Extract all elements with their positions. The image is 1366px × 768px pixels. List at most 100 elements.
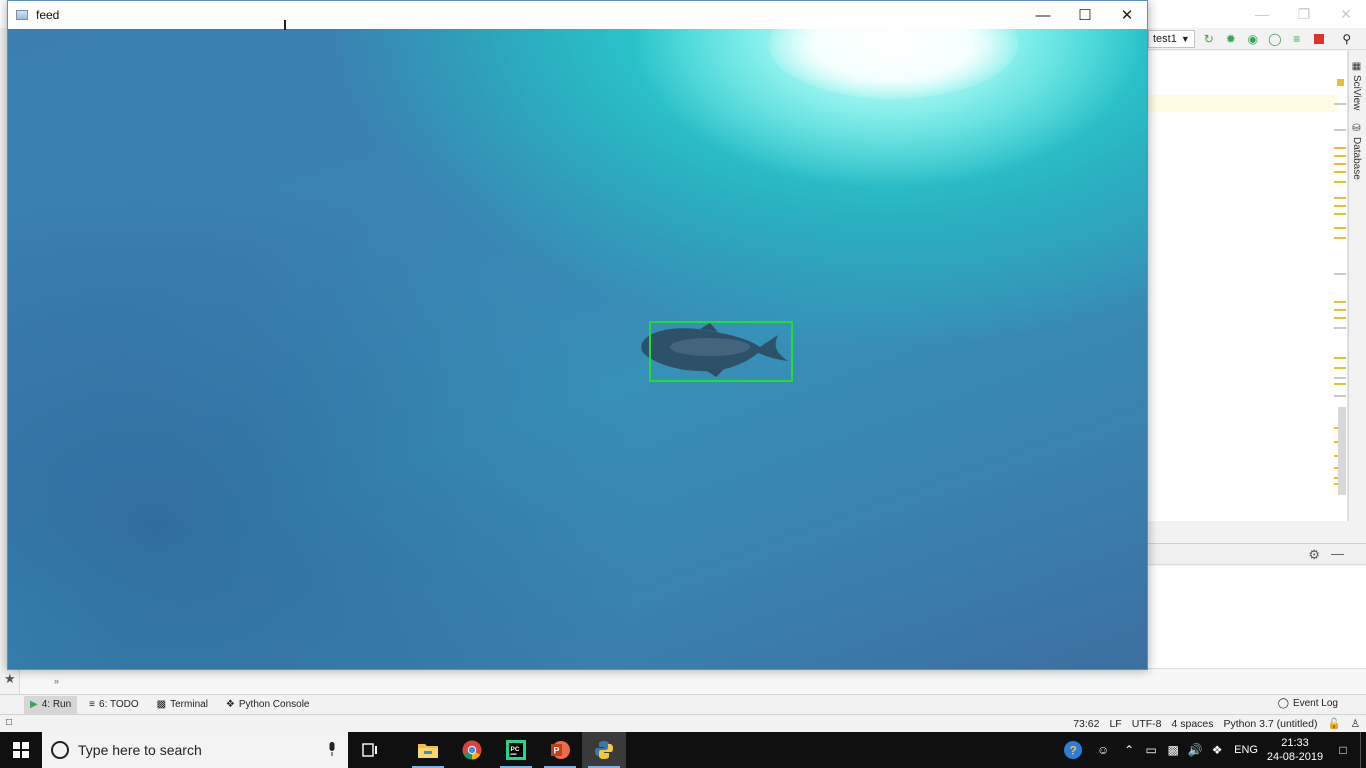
warning-marker[interactable] <box>1334 205 1346 207</box>
pycharm-button[interactable]: PC <box>494 732 538 768</box>
powerpoint-icon: P <box>551 741 570 759</box>
powerpoint-button[interactable]: P <box>538 732 582 768</box>
warning-marker[interactable] <box>1334 301 1346 303</box>
coverage-icon[interactable]: ◉ <box>1245 31 1261 47</box>
show-desktop-button[interactable] <box>1360 732 1366 768</box>
warning-marker[interactable] <box>1334 317 1346 319</box>
ide-toolbar: test1 ▼ ↻ ✹ ◉ ◯ ≡ ⚲ <box>1148 28 1366 50</box>
stop-icon[interactable] <box>1311 31 1327 47</box>
gutter-marker <box>1334 327 1346 329</box>
toolwindow-terminal-label: Terminal <box>170 699 208 710</box>
warning-marker[interactable] <box>1334 383 1346 385</box>
inspector-icon[interactable]: ♙ <box>1351 718 1360 730</box>
folder-icon <box>418 744 438 758</box>
left-tool-strip: ★ <box>0 668 20 694</box>
gutter-marker <box>1334 103 1346 105</box>
build-icon[interactable]: ≡ <box>1289 31 1305 47</box>
toolwindow-python-console[interactable]: ❖ Python Console <box>220 696 316 714</box>
clock[interactable]: 21:33 24-08-2019 <box>1264 736 1326 764</box>
debug-icon[interactable]: ✹ <box>1223 31 1239 47</box>
ide-statusbar: □ 73:62 LF UTF-8 4 spaces Python 3.7 (un… <box>0 714 1366 732</box>
expand-chevron-icon[interactable]: » <box>54 676 59 686</box>
search-icon[interactable]: ⚲ <box>1339 31 1355 47</box>
maximize-button[interactable]: ☐ <box>1064 1 1106 29</box>
feed-window-title: feed <box>36 8 60 22</box>
python-interpreter[interactable]: Python 3.7 (untitled) <box>1224 718 1318 730</box>
caret-position[interactable]: 73:62 <box>1073 718 1099 730</box>
dropbox-icon[interactable]: ❖ <box>1206 732 1228 768</box>
warning-marker[interactable] <box>1334 237 1346 239</box>
code-editor[interactable] <box>1148 51 1348 521</box>
warning-marker[interactable] <box>1334 163 1346 165</box>
indent-setting[interactable]: 4 spaces <box>1171 718 1213 730</box>
warning-marker[interactable] <box>1334 357 1346 359</box>
gear-icon[interactable]: ⚙ <box>1308 547 1320 563</box>
people-icon[interactable]: ☺ <box>1088 732 1118 768</box>
warning-marker[interactable] <box>1334 367 1346 369</box>
chrome-button[interactable] <box>450 732 494 768</box>
task-view-button[interactable] <box>348 732 392 768</box>
run-config-label: test1 <box>1153 32 1177 45</box>
rerun-icon[interactable]: ↻ <box>1201 31 1217 47</box>
warning-marker[interactable] <box>1334 227 1346 229</box>
terminal-icon: ▩ <box>156 699 167 710</box>
network-icon[interactable]: ▩ <box>1162 732 1184 768</box>
python-icon <box>595 741 613 759</box>
clock-time: 21:33 <box>1281 737 1309 749</box>
run-output[interactable] <box>1148 566 1366 668</box>
close-button[interactable]: ✕ <box>1106 1 1148 29</box>
ide-restore-button[interactable]: ❐ <box>1284 0 1324 28</box>
ide-close-button[interactable]: ✕ <box>1326 0 1366 28</box>
pycharm-icon: PC <box>506 740 526 760</box>
python-window-button[interactable] <box>582 732 626 768</box>
toolwindow-terminal[interactable]: ▩ Terminal <box>151 696 214 714</box>
toolwindow-todo[interactable]: ≡ 6: TODO <box>83 696 145 714</box>
start-button[interactable] <box>0 732 42 768</box>
list-icon: ≡ <box>89 699 96 710</box>
tab-sciview[interactable]: ▦ SciView <box>1351 61 1362 110</box>
warning-marker[interactable] <box>1334 147 1346 149</box>
toggle-toolbars-icon[interactable]: □ <box>6 717 12 728</box>
help-icon[interactable]: ? <box>1058 732 1088 768</box>
battery-icon[interactable]: ▭ <box>1140 732 1162 768</box>
warning-marker[interactable] <box>1334 213 1346 215</box>
chrome-icon <box>462 740 482 760</box>
sciview-icon: ▦ <box>1351 61 1362 72</box>
windows-logo-icon <box>13 742 29 758</box>
taskbar-search-box[interactable]: Type here to search <box>42 732 348 768</box>
favorites-star-icon[interactable]: ★ <box>4 671 16 687</box>
file-explorer-button[interactable] <box>406 732 450 768</box>
minimize-button[interactable]: — <box>1022 1 1064 29</box>
action-center-icon[interactable]: □ <box>1326 732 1360 768</box>
warning-marker[interactable] <box>1334 171 1346 173</box>
toolwindow-run[interactable]: ▶ 4: Run <box>24 695 78 714</box>
input-language[interactable]: ENG <box>1228 744 1264 756</box>
microphone-icon[interactable] <box>328 742 336 756</box>
svg-text:?: ? <box>1070 744 1077 758</box>
analysis-marker <box>1337 79 1344 86</box>
feed-titlebar[interactable]: feed — ☐ ✕ <box>8 1 1147 29</box>
event-log-label: Event Log <box>1292 698 1338 709</box>
line-separator[interactable]: LF <box>1109 718 1121 730</box>
warning-marker[interactable] <box>1334 309 1346 311</box>
warning-marker[interactable] <box>1334 181 1346 183</box>
editor-scrollbar[interactable] <box>1338 407 1346 495</box>
hide-panel-icon[interactable]: — <box>1331 546 1344 561</box>
toolwindow-run-label: 4: Run <box>41 699 72 710</box>
profile-icon[interactable]: ◯ <box>1267 31 1283 47</box>
tab-database[interactable]: ⛁ Database <box>1351 123 1362 180</box>
toolwindow-bar: ▶ 4: Run ≡ 6: TODO ▩ Terminal ❖ Python C… <box>0 694 1366 714</box>
event-log-icon: ◯ <box>1277 698 1289 709</box>
volume-icon[interactable]: 🔊 <box>1184 732 1206 768</box>
search-placeholder: Type here to search <box>78 742 202 758</box>
lock-icon[interactable]: 🔓 <box>1328 717 1341 730</box>
event-log-button[interactable]: ◯ Event Log <box>1278 698 1338 709</box>
ide-minimize-button[interactable]: — <box>1242 0 1282 28</box>
run-panel-strip: » <box>20 668 1366 694</box>
run-config-dropdown[interactable]: test1 ▼ <box>1148 29 1195 48</box>
warning-marker[interactable] <box>1334 155 1346 157</box>
gutter-marker <box>1334 129 1346 131</box>
warning-marker[interactable] <box>1334 197 1346 199</box>
file-encoding[interactable]: UTF-8 <box>1132 718 1162 730</box>
chevron-up-icon[interactable]: ⌃ <box>1118 732 1140 768</box>
